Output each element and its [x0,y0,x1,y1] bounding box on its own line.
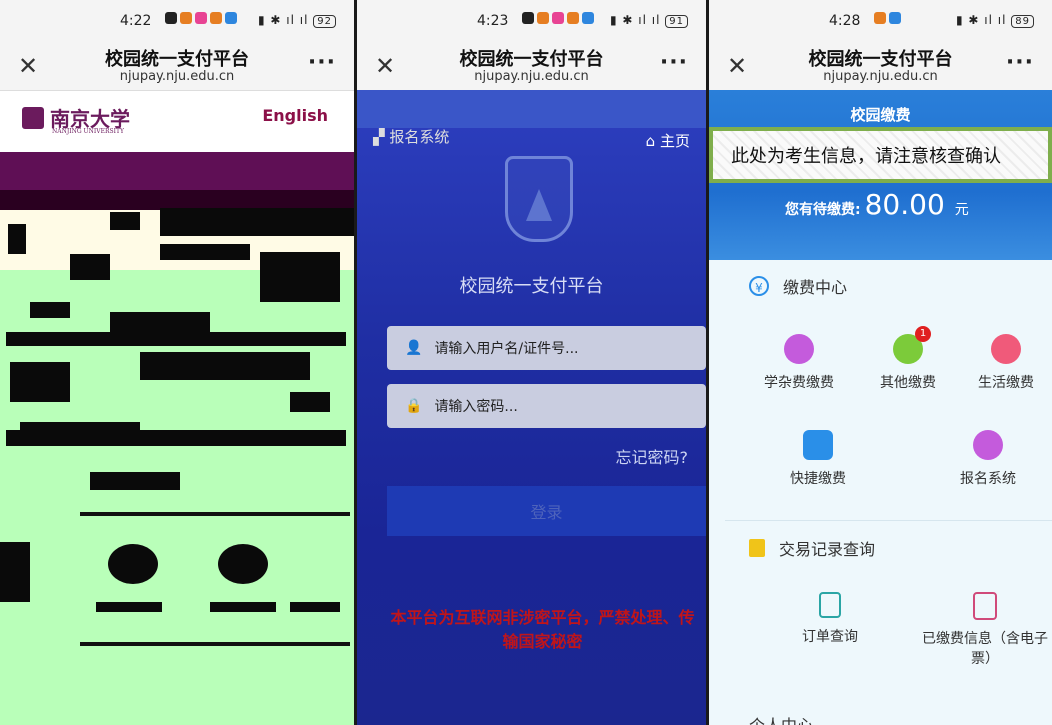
registration-system[interactable]: 报名系统 [933,430,1043,488]
personal-center[interactable]: 个人中心 [749,712,813,725]
lock-icon: 🔒 [405,398,423,414]
personal-center-label: 个人中心 [749,716,813,725]
corrupted-render-area [0,152,354,725]
other-payment-label: 其他缴费 [880,375,936,391]
battery-icon: 92 [313,15,336,28]
phone-screen-1: 4:22 ▮ ✱ ıl ıl 92 ✕ 校园统一支付平台 njupay.nju.… [0,0,354,725]
password-field[interactable]: 🔒 请输入密码... [387,384,706,428]
pending-label: 您有待缴费: [785,202,861,218]
platform-title: 校园统一支付平台 [459,276,604,297]
other-payment-icon: 1 [893,326,931,364]
login-button[interactable]: 登录 [387,486,706,536]
divider [725,520,1052,521]
tuition-label: 学杂费缴费 [764,375,834,391]
living-payment-label: 生活缴费 [978,375,1034,391]
more-menu-icon[interactable]: ··· [308,50,336,75]
battery-icon: 91 [665,15,688,28]
registration-icon [973,430,1003,460]
nav-home-label: 主页 [659,132,690,150]
status-time: 4:23 [477,13,509,29]
page-url: njupay.nju.edu.cn [823,69,938,84]
notification-icons [874,12,901,24]
paid-info-label: 已缴费信息（含电子票） [922,631,1048,667]
notification-icons [522,12,594,24]
browser-titlebar: ✕ 校园统一支付平台 njupay.nju.edu.cn ··· [357,40,706,91]
tuition-icon [784,334,814,364]
notification-icons [165,12,237,24]
page-title: 校园统一支付平台 [808,49,953,70]
payment-center-heading: ¥ 缴费中心 [749,274,847,298]
living-payment-icon [991,334,1021,364]
status-bar: 4:22 ▮ ✱ ıl ıl 92 [0,0,354,40]
page-title: 校园统一支付平台 [105,49,249,70]
tree-icon [526,189,552,221]
page-url: njupay.nju.edu.cn [474,69,589,84]
pending-unit: 元 [954,202,969,218]
logo-en: NANJING UNIVERSITY [52,128,124,135]
status-bar: 4:23 ▮ ✱ ıl ıl 91 [357,0,706,40]
login-top-strip [357,90,706,128]
more-menu-icon[interactable]: ··· [1006,50,1034,75]
page-title: 校园统一支付平台 [459,49,604,70]
user-icon: 👤 [405,340,423,356]
nav-home[interactable]: ⌂ 主页 [646,130,690,151]
nav-registration-label: 报名系统 [389,128,450,146]
other-payment[interactable]: 1 其他缴费 [853,326,963,392]
browser-titlebar: ✕ 校园统一支付平台 njupay.nju.edu.cn ··· [0,40,354,91]
yuan-icon: ¥ [749,276,769,296]
username-field[interactable]: 👤 请输入用户名/证件号... [387,326,706,370]
phone-screen-2: 4:23 ▮ ✱ ıl ıl 91 ✕ 校园统一支付平台 njupay.nju.… [357,0,706,725]
paid-info[interactable]: 已缴费信息（含电子票） [915,592,1052,668]
signal-battery: ▮ ✱ ıl ıl 91 [610,13,688,28]
phone-screen-3: 4:28 ▮ ✱ ıl ıl 89 ✕ 校园统一支付平台 njupay.nju.… [709,0,1052,725]
order-icon [819,592,841,618]
campus-payment-header: 校园缴费 [850,106,911,124]
home-icon: ⌂ [645,132,656,150]
wallet-icon [803,430,833,460]
quick-payment-label: 快捷缴费 [790,471,846,487]
pending-payment: 您有待缴费: 80.00 元 [785,188,969,221]
order-query[interactable]: 订单查询 [775,592,885,646]
nav-registration[interactable]: ▞ 报名系统 [373,126,449,147]
nju-header: 南京大学 NANJING UNIVERSITY English [0,91,354,153]
payment-center-label: 缴费中心 [783,278,848,297]
nju-logo[interactable]: 南京大学 NANJING UNIVERSITY [22,103,130,135]
more-menu-icon[interactable]: ··· [660,50,688,75]
quick-payment[interactable]: 快捷缴费 [763,430,873,488]
registration-label: 报名系统 [960,471,1016,487]
status-bar: 4:28 ▮ ✱ ıl ıl 89 [709,0,1052,40]
signal-battery: ▮ ✱ ıl ıl 92 [258,13,336,28]
signal-battery: ▮ ✱ ıl ıl 89 [956,13,1034,28]
candidate-notice: 此处为考生信息，请注意核查确认 [709,127,1052,183]
notification-badge: 1 [915,326,931,342]
english-link[interactable]: English [262,106,328,125]
crest-icon [22,106,44,129]
status-time: 4:22 [120,13,152,29]
username-placeholder: 请输入用户名/证件号... [434,341,579,357]
order-query-label: 订单查询 [802,629,858,645]
battery-icon: 89 [1011,15,1034,28]
living-payment[interactable]: 生活缴费 [951,334,1052,392]
page-url: njupay.nju.edu.cn [119,69,235,84]
receipt-icon [973,592,997,620]
status-time: 4:28 [829,13,861,29]
security-warning: 本平台为互联网非涉密平台，严禁处理、传输国家秘密 [390,608,695,651]
password-placeholder: 请输入密码... [434,399,518,415]
browser-titlebar: ✕ 校园统一支付平台 njupay.nju.edu.cn ··· [709,40,1052,91]
pending-amount: 80.00 [864,188,945,221]
forgot-password-link[interactable]: 忘记密码? [616,444,689,468]
transaction-records-label: 交易记录查询 [779,540,876,559]
tuition-payment[interactable]: 学杂费缴费 [744,334,854,392]
university-emblem [505,156,573,242]
transaction-records-heading: 交易记录查询 [749,536,875,560]
folder-icon [749,539,765,557]
